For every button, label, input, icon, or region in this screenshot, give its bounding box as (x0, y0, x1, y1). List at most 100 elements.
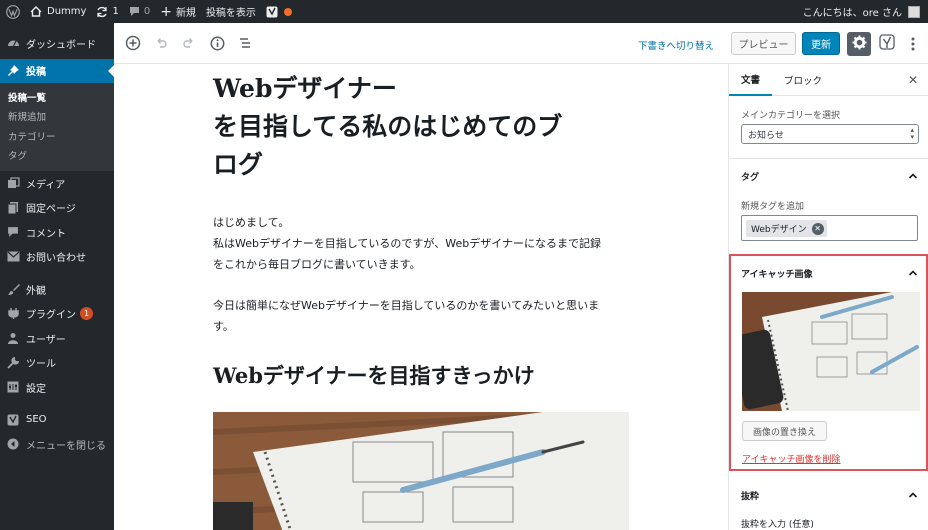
tag-token: Webデザイン ✕ (746, 220, 827, 237)
heading-block[interactable]: Webデザイナーを目指すきっかけ (213, 360, 535, 390)
switch-to-draft-link[interactable]: 下書きへ切り替え (638, 38, 714, 52)
tags-panel-title[interactable]: タグ (741, 170, 759, 183)
tag-token-label: Webデザイン (751, 225, 807, 235)
yoast-icon (879, 33, 895, 55)
media-icon (6, 176, 20, 190)
outline-list-icon[interactable] (232, 30, 258, 56)
main-category-select[interactable]: お知らせ ▴ ▾ (741, 124, 919, 144)
paragraph-line: をこれから毎日ブログに書いていきます。 (213, 258, 421, 271)
editor-toolbar: 下書きへ切り替え プレビュー 更新 (114, 23, 928, 64)
menu-appearance[interactable]: 外観 (0, 277, 114, 302)
comments-link[interactable]: 0 (124, 0, 155, 23)
menu-settings[interactable]: 設定 (0, 375, 114, 400)
menu-label: 投稿 (26, 67, 46, 79)
excerpt-label: 抜粋を入力 (任意) (741, 520, 814, 530)
menu-seo[interactable]: SEO (0, 408, 114, 433)
submenu-all-posts[interactable]: 投稿一覧 (0, 87, 114, 107)
view-post-label: 投稿を表示 (205, 8, 256, 19)
posts-submenu: 投稿一覧 新規追加 カテゴリー タグ (0, 83, 114, 171)
post-title-line: Webデザイナー (213, 74, 397, 103)
featured-image-thumbnail[interactable] (742, 292, 920, 411)
menu-users[interactable]: ユーザー (0, 326, 114, 351)
menu-label: 設定 (26, 383, 46, 395)
site-name-link[interactable]: Dummy (25, 0, 91, 23)
menu-contact[interactable]: お問い合わせ (0, 245, 114, 270)
menu-pages[interactable]: 固定ページ (0, 196, 114, 221)
new-content-link[interactable]: + 新規 (155, 0, 201, 23)
menu-label: メニューを閉じる (26, 440, 106, 452)
chevron-up-icon[interactable] (908, 171, 918, 181)
settings-sidebar: 文書 ブロック ✕ メインカテゴリーを選択 お知らせ ▴ ▾ タグ 新規タグを追加… (728, 64, 928, 530)
menu-label: メディア (26, 179, 66, 191)
replace-image-button[interactable]: 画像の置き換え (742, 421, 827, 441)
remove-tag-icon[interactable]: ✕ (811, 222, 824, 235)
post-title-line: を目指してる私のはじめてのブ (213, 112, 563, 141)
view-post-link[interactable]: 投稿を表示 (201, 0, 261, 23)
admin-sidebar: ダッシュボード 投稿 投稿一覧 新規追加 カテゴリー タグ メディア 固定ページ… (0, 23, 114, 530)
pages-icon (6, 201, 20, 215)
mail-icon (6, 250, 20, 264)
greeting-text: こんにちは、ore さん (802, 8, 902, 19)
paragraph-line: 私はWebデザイナーを目指しているのですが、Webデザイナーになるまで記録 (213, 237, 601, 250)
refresh-icon (96, 6, 108, 18)
paragraph-line: す。 (213, 320, 234, 333)
menu-dashboard[interactable]: ダッシュボード (0, 31, 114, 56)
menu-plugins[interactable]: プラグイン 1 (0, 302, 114, 327)
dashboard-icon (6, 36, 20, 50)
updates-link[interactable]: 1 (91, 0, 123, 23)
settings-tabs: 文書 ブロック ✕ (729, 64, 928, 96)
redo-icon[interactable] (176, 30, 202, 56)
submenu-add-new[interactable]: 新規追加 (0, 107, 114, 127)
menu-comments[interactable]: コメント (0, 220, 114, 245)
undo-icon[interactable] (148, 30, 174, 56)
preview-button[interactable]: プレビュー (731, 32, 796, 55)
editor-canvas: Webデザイナー を目指してる私のはじめてのブ ログ はじめまして。 私はWeb… (114, 64, 728, 530)
settings-icon (6, 380, 20, 394)
new-label: 新規 (175, 8, 196, 19)
seo-status-dot (283, 7, 292, 16)
main-category-value: お知らせ (748, 130, 784, 141)
featured-image-panel: アイキャッチ画像 画像の置き換え アイキャッチ画像を削除 (729, 254, 928, 471)
collapse-icon (6, 437, 20, 451)
plugin-icon (6, 307, 20, 321)
chevron-up-icon[interactable] (908, 268, 918, 278)
menu-collapse[interactable]: メニューを閉じる (0, 432, 114, 457)
submenu-tags[interactable]: タグ (0, 146, 114, 166)
select-arrows-icon: ▴ ▾ (910, 126, 914, 141)
post-title[interactable]: Webデザイナー を目指してる私のはじめてのブ ログ (213, 70, 623, 184)
menu-posts[interactable]: 投稿 (0, 58, 114, 83)
paragraph-block[interactable]: はじめまして。 私はWebデザイナーを目指しているのですが、Webデザイナーにな… (213, 212, 625, 275)
remove-featured-image-link[interactable]: アイキャッチ画像を削除 (742, 452, 841, 465)
yoast-icon (6, 413, 20, 427)
more-options-icon[interactable] (906, 33, 920, 55)
plugin-update-badge: 1 (80, 307, 93, 321)
menu-media[interactable]: メディア (0, 171, 114, 196)
brush-icon (6, 282, 20, 296)
main-category-label: メインカテゴリーを選択 (741, 111, 841, 121)
excerpt-panel-title[interactable]: 抜粋 (741, 489, 759, 502)
menu-tools[interactable]: ツール (0, 351, 114, 376)
image-block[interactable] (213, 412, 629, 530)
submenu-categories[interactable]: カテゴリー (0, 126, 114, 146)
settings-gear-button[interactable] (847, 32, 871, 56)
avatar (908, 5, 920, 18)
info-icon[interactable] (204, 30, 230, 56)
add-tag-label: 新規タグを追加 (741, 202, 805, 212)
wrench-icon (6, 356, 20, 370)
tab-block[interactable]: ブロック (772, 64, 834, 96)
account-greeting[interactable]: こんにちは、ore さん (798, 0, 928, 23)
wordpress-logo-icon[interactable] (0, 0, 25, 23)
menu-label: プラグイン (26, 310, 76, 322)
tab-document[interactable]: 文書 (729, 64, 773, 96)
yoast-seo-menu[interactable] (261, 0, 297, 23)
featured-image-title[interactable]: アイキャッチ画像 (741, 267, 813, 280)
update-button[interactable]: 更新 (802, 32, 840, 55)
tag-input[interactable]: Webデザイン ✕ (741, 215, 918, 241)
close-icon[interactable]: ✕ (908, 73, 918, 87)
yoast-button[interactable] (878, 33, 896, 55)
add-block-icon[interactable] (120, 30, 146, 56)
paragraph-block[interactable]: 今日は簡単になぜWebデザイナーを目指しているのかを書いてみたいと思いま す。 (213, 295, 625, 337)
chevron-up-icon[interactable] (908, 490, 918, 500)
site-name: Dummy (47, 6, 87, 17)
gear-icon (851, 34, 867, 54)
